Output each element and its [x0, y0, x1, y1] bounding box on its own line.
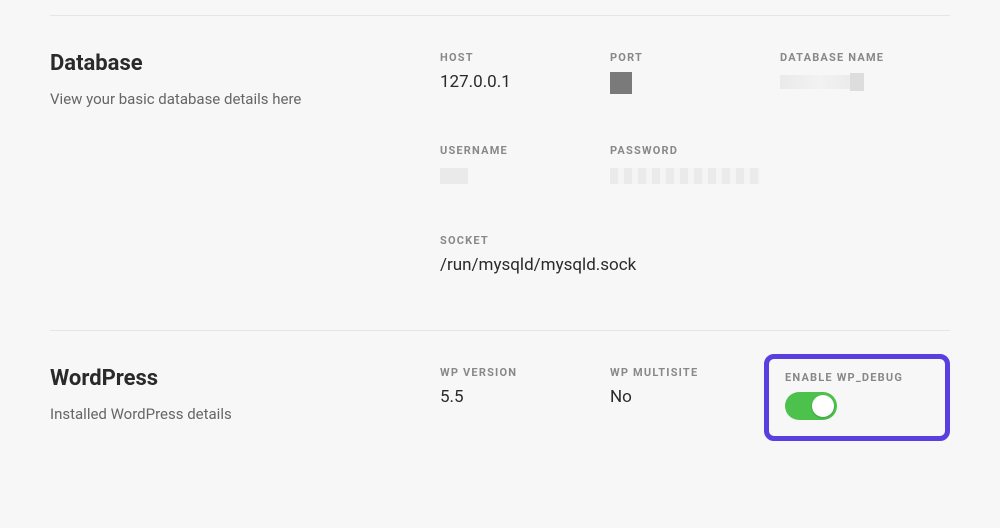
highlight-box: ENABLE WP_DEBUG	[764, 354, 950, 441]
socket-label: SOCKET	[440, 234, 950, 247]
database-description: View your basic database details here	[50, 90, 440, 108]
socket-field: SOCKET /run/mysqld/mysqld.sock	[440, 234, 950, 275]
username-field: USERNAME	[440, 144, 610, 189]
redacted-icon	[440, 168, 468, 184]
wordpress-fields: WP VERSION 5.5 WP MULTISITE No ENABLE WP…	[440, 366, 950, 441]
redacted-icon	[780, 75, 858, 89]
database-name-label: DATABASE NAME	[780, 51, 950, 64]
host-value: 127.0.0.1	[440, 72, 610, 92]
port-value	[610, 72, 780, 99]
wp-debug-label: ENABLE WP_DEBUG	[785, 371, 911, 384]
wp-version-field: WP VERSION 5.5	[440, 366, 610, 441]
password-value	[610, 165, 780, 189]
wp-version-value: 5.5	[440, 387, 610, 407]
wordpress-left: WordPress Installed WordPress details	[50, 366, 440, 441]
wp-multisite-label: WP MULTISITE	[610, 366, 780, 379]
wp-version-label: WP VERSION	[440, 366, 610, 379]
database-fields: HOST 127.0.0.1 PORT DATABASE NAME USERNA…	[440, 51, 950, 275]
password-label: PASSWORD	[610, 144, 780, 157]
database-name-value	[780, 72, 950, 94]
wp-debug-toggle[interactable]	[785, 392, 837, 420]
wordpress-title: WordPress	[50, 366, 440, 391]
wordpress-section: WordPress Installed WordPress details WP…	[50, 331, 950, 481]
wp-multisite-field: WP MULTISITE No	[610, 366, 780, 441]
password-field: PASSWORD	[610, 144, 780, 189]
wordpress-description: Installed WordPress details	[50, 405, 440, 423]
username-value	[440, 165, 610, 189]
database-section: Database View your basic database detail…	[50, 16, 950, 315]
port-field: PORT	[610, 51, 780, 99]
redacted-icon	[610, 168, 760, 184]
password-spacer	[780, 144, 950, 189]
database-left: Database View your basic database detail…	[50, 51, 440, 275]
host-label: HOST	[440, 51, 610, 64]
username-label: USERNAME	[440, 144, 610, 157]
database-title: Database	[50, 51, 440, 76]
wp-debug-field: ENABLE WP_DEBUG	[780, 366, 950, 441]
host-field: HOST 127.0.0.1	[440, 51, 610, 99]
port-label: PORT	[610, 51, 780, 64]
wp-multisite-value: No	[610, 387, 780, 407]
redacted-icon	[610, 72, 632, 94]
socket-value: /run/mysqld/mysqld.sock	[440, 255, 950, 275]
database-name-field: DATABASE NAME	[780, 51, 950, 99]
